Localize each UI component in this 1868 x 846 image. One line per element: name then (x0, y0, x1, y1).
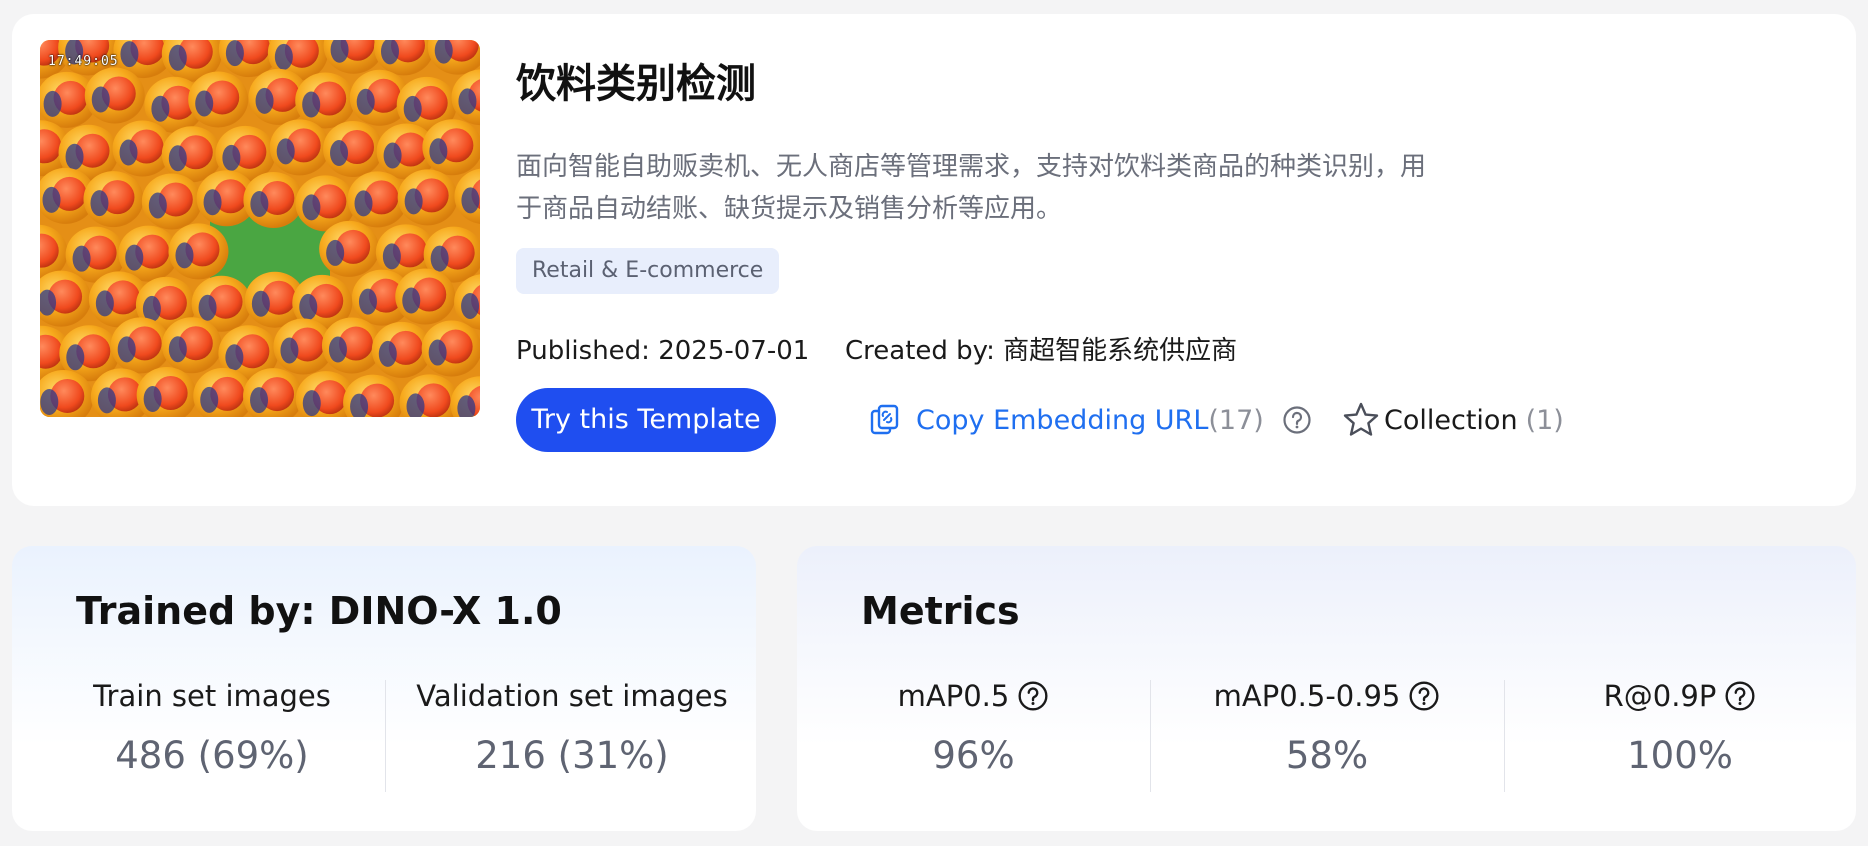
published-date: Published: 2025-07-01 (516, 336, 810, 366)
stat-divider (385, 680, 386, 792)
star-outline-icon (1342, 401, 1380, 439)
metric-map50-value: 96% (932, 734, 1015, 777)
metric-map50-95-value: 58% (1285, 734, 1369, 777)
collection-count: (1) (1525, 404, 1564, 436)
metric-recall-label: R@0.9P (1603, 679, 1717, 713)
beverage-bottles-image (40, 40, 480, 417)
train-set-value: 486 (69%) (115, 734, 309, 777)
thumbnail-timestamp: 17:49:05 (48, 54, 119, 69)
metric-map50-95: mAP0.5-0.95 58% (1150, 676, 1504, 780)
help-circle-icon[interactable] (1282, 405, 1312, 435)
metric-map50-95-label: mAP0.5-0.95 (1213, 679, 1401, 713)
validation-set-stat: Validation set images 216 (31%) (402, 676, 742, 780)
metric-map50: mAP0.5 96% (797, 676, 1150, 780)
training-heading: Trained by: DINO-X 1.0 (76, 589, 562, 633)
training-card: Trained by: DINO-X 1.0 Train set images … (12, 546, 756, 831)
help-circle-icon[interactable] (1724, 680, 1756, 712)
metrics-heading: Metrics (861, 589, 1020, 633)
try-template-button[interactable]: Try this Template (516, 388, 776, 452)
copy-embedding-url-label: Copy Embedding URL (916, 404, 1209, 436)
copy-embedding-url-button[interactable]: Copy Embedding URL (17) (868, 396, 1312, 444)
validation-set-label: Validation set images (416, 679, 728, 713)
collection-label: Collection (1384, 404, 1518, 436)
train-set-label: Train set images (93, 679, 331, 713)
copy-embedding-url-count: (17) (1208, 404, 1264, 436)
help-circle-icon[interactable] (1017, 680, 1049, 712)
metrics-card: Metrics mAP0.5 96% mAP0.5-0.95 58% R@0.9… (797, 546, 1856, 831)
metric-recall-at-precision: R@0.9P 100% (1504, 676, 1856, 780)
category-tag[interactable]: Retail & E-commerce (516, 248, 780, 294)
collection-button[interactable]: Collection (1) (1342, 396, 1564, 444)
metric-recall-value: 100% (1627, 734, 1733, 777)
help-circle-icon[interactable] (1408, 680, 1440, 712)
template-thumbnail: 17:49:05 (40, 40, 480, 417)
link-copy-icon (868, 403, 902, 437)
metric-map50-label: mAP0.5 (897, 679, 1010, 713)
validation-set-value: 216 (31%) (475, 734, 669, 777)
template-description: 面向智能自助贩卖机、无人商店等管理需求，支持对饮料类商品的种类识别，用于商品自动… (516, 152, 1427, 224)
template-title: 饮料类别检测 (516, 61, 756, 107)
train-set-stat: Train set images 486 (69%) (52, 676, 372, 780)
created-by: Created by: 商超智能系统供应商 (845, 336, 1238, 366)
